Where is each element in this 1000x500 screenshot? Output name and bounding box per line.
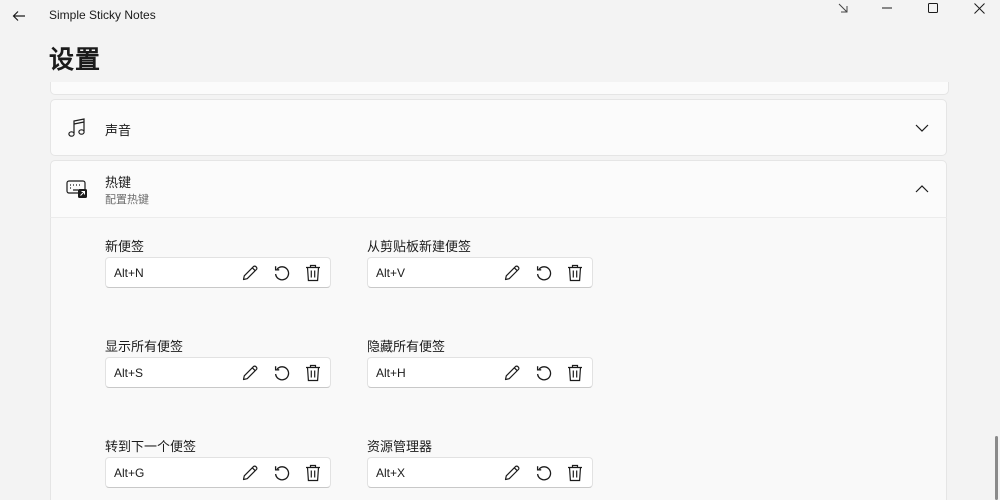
- hotkey-value: Alt+N: [114, 266, 144, 280]
- delete-hotkey-button[interactable]: [302, 462, 324, 484]
- hotkey-value: Alt+V: [376, 266, 406, 280]
- trash-icon: [305, 264, 321, 282]
- delete-hotkey-button[interactable]: [564, 262, 586, 284]
- hotkey-field[interactable]: Alt+X: [367, 457, 593, 488]
- sound-section-title: 声音: [105, 124, 132, 139]
- pencil-icon: [241, 364, 259, 382]
- page-title: 设置: [49, 45, 102, 74]
- hotkey-value: Alt+X: [376, 466, 406, 480]
- pencil-icon: [503, 264, 521, 282]
- hotkey-label: 隐藏所有便签: [367, 340, 446, 355]
- hotkey-label: 显示所有便签: [105, 340, 184, 355]
- hotkey-label: 新便签: [105, 240, 145, 255]
- reset-icon: [535, 264, 553, 282]
- close-button[interactable]: [956, 0, 1000, 16]
- hotkey-label: 资源管理器: [367, 440, 433, 455]
- delete-hotkey-button[interactable]: [564, 362, 586, 384]
- sound-section[interactable]: 声音: [50, 99, 947, 156]
- edit-hotkey-button[interactable]: [239, 462, 261, 484]
- chevron-up-icon[interactable]: [914, 181, 930, 197]
- reset-hotkey-button[interactable]: [533, 362, 555, 384]
- pencil-icon: [503, 364, 521, 382]
- chevron-down-icon[interactable]: [914, 120, 930, 136]
- hotkey-section-subtitle: 配置热键: [105, 193, 149, 206]
- hotkey-section-body: 新便签 Alt+N 从剪贴板新建便签 Alt+V 显示所有便签 Alt+S 隐藏…: [50, 217, 947, 500]
- edit-hotkey-button[interactable]: [239, 262, 261, 284]
- trash-icon: [305, 464, 321, 482]
- previous-card-edge: [50, 82, 949, 95]
- trash-icon: [567, 264, 583, 282]
- reset-icon: [273, 364, 291, 382]
- scrollbar-thumb[interactable]: [995, 436, 998, 500]
- reset-icon: [535, 464, 553, 482]
- trash-icon: [305, 364, 321, 382]
- minimize-icon: [882, 3, 892, 13]
- pencil-icon: [241, 264, 259, 282]
- hotkey-field[interactable]: Alt+V: [367, 257, 593, 288]
- title-bar: Simple Sticky Notes: [0, 0, 1000, 32]
- arrow-down-right-icon: [837, 2, 849, 14]
- edit-hotkey-button[interactable]: [501, 262, 523, 284]
- maximize-button[interactable]: [910, 0, 956, 16]
- trash-icon: [567, 464, 583, 482]
- reset-icon: [273, 464, 291, 482]
- hotkey-label: 转到下一个便签: [105, 440, 197, 455]
- reset-hotkey-button[interactable]: [533, 462, 555, 484]
- pencil-icon: [241, 464, 259, 482]
- trash-icon: [567, 364, 583, 382]
- hotkey-value: Alt+H: [376, 366, 406, 380]
- music-note-icon: [66, 117, 88, 139]
- hotkey-field[interactable]: Alt+H: [367, 357, 593, 388]
- delete-hotkey-button[interactable]: [302, 362, 324, 384]
- back-button[interactable]: [4, 2, 34, 30]
- app-title: Simple Sticky Notes: [49, 8, 156, 22]
- hotkey-field[interactable]: Alt+N: [105, 257, 331, 288]
- reset-icon: [273, 264, 291, 282]
- maximize-icon: [928, 3, 938, 13]
- edit-hotkey-button[interactable]: [501, 462, 523, 484]
- hotkey-section-title: 热键: [105, 176, 132, 191]
- reset-hotkey-button[interactable]: [533, 262, 555, 284]
- edit-hotkey-button[interactable]: [501, 362, 523, 384]
- settings-window: Simple Sticky Notes 设置 声音 热键 配置热键 新便签 Al…: [0, 0, 1000, 500]
- minimize-button[interactable]: [864, 0, 910, 16]
- reset-hotkey-button[interactable]: [271, 362, 293, 384]
- reset-icon: [535, 364, 553, 382]
- pencil-icon: [503, 464, 521, 482]
- arrow-left-icon: [12, 10, 26, 22]
- reset-hotkey-button[interactable]: [271, 262, 293, 284]
- delete-hotkey-button[interactable]: [564, 462, 586, 484]
- close-icon: [973, 2, 985, 14]
- hotkey-section-header[interactable]: 热键 配置热键: [50, 160, 947, 218]
- reset-hotkey-button[interactable]: [271, 462, 293, 484]
- keyboard-shortcut-icon: [66, 178, 88, 200]
- hotkey-label: 从剪贴板新建便签: [367, 240, 472, 255]
- hotkey-value: Alt+G: [114, 466, 145, 480]
- hotkey-value: Alt+S: [114, 366, 144, 380]
- pin-button[interactable]: [820, 0, 866, 16]
- hotkey-field[interactable]: Alt+G: [105, 457, 331, 488]
- edit-hotkey-button[interactable]: [239, 362, 261, 384]
- delete-hotkey-button[interactable]: [302, 262, 324, 284]
- hotkey-field[interactable]: Alt+S: [105, 357, 331, 388]
